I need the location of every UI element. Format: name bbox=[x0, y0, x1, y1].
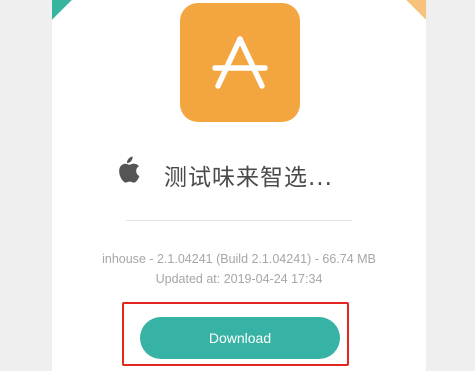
updated-at: Updated at: 2019-04-24 17:34 bbox=[155, 272, 323, 286]
corner-ribbon-left bbox=[52, 0, 72, 20]
apple-icon bbox=[119, 156, 140, 183]
divider bbox=[126, 220, 352, 221]
corner-ribbon-right bbox=[406, 0, 426, 20]
build-info: inhouse - 2.1.04241 (Build 2.1.04241) - … bbox=[102, 252, 376, 266]
download-button[interactable]: Download bbox=[140, 317, 340, 359]
app-store-a-icon bbox=[212, 36, 268, 89]
app-icon bbox=[180, 3, 300, 122]
app-title-row: 测试味来智选... bbox=[114, 150, 414, 192]
app-name: 测试味来智选... bbox=[164, 165, 333, 191]
app-card: 测试味来智选... inhouse - 2.1.04241 (Build 2.1… bbox=[52, 0, 426, 371]
